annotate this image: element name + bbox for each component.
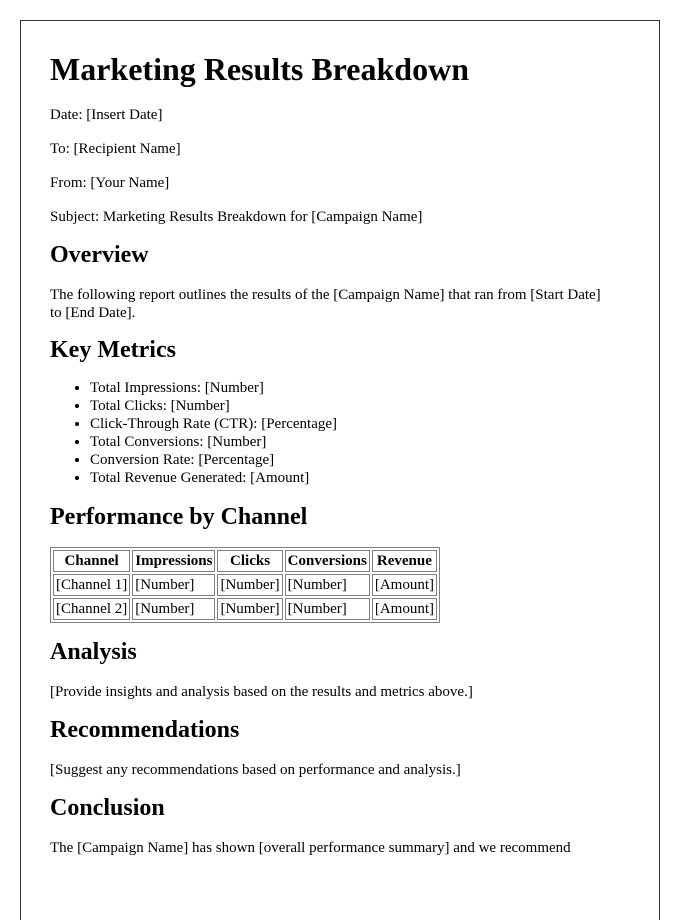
key-metrics-heading: Key Metrics (50, 337, 176, 363)
metric-item: Total Revenue Generated: [Amount] (90, 469, 610, 487)
analysis-text: [Provide insights and analysis based on … (50, 684, 473, 700)
metric-item: Total Conversions: [Number] (90, 433, 610, 451)
column-header: Conversions (284, 550, 370, 572)
page-title: Marketing Results Breakdown (50, 51, 469, 87)
recommendations-heading: Recommendations (50, 717, 240, 743)
letter-meta: Date: [Insert Date] To: [Recipient Name]… (50, 106, 610, 226)
metric-item: Conversion Rate: [Percentage] (90, 451, 610, 469)
document-content: Date: [Insert Date] To: [Recipient Name]… (50, 106, 610, 857)
table-cell: [Channel 2] (53, 598, 131, 620)
analysis-heading: Analysis (50, 639, 137, 665)
table-cell: [Number] (284, 574, 370, 596)
channel-performance-table: Channel Impressions Clicks Conversions R… (50, 547, 440, 623)
from-line: From: [Your Name] (50, 175, 170, 191)
column-header: Clicks (217, 550, 283, 572)
conclusion-heading: Conclusion (50, 795, 165, 821)
column-header: Revenue (371, 550, 437, 572)
column-header: Channel (53, 550, 131, 572)
recommendations-text: [Suggest any recommendations based on pe… (50, 762, 461, 778)
table-row: [Channel 1] [Number] [Number] [Number] [… (53, 574, 437, 596)
metric-item: Total Impressions: [Number] (90, 379, 610, 397)
table-cell: [Number] (132, 598, 216, 620)
table-row: [Channel 2] [Number] [Number] [Number] [… (53, 598, 437, 620)
column-header: Impressions (132, 550, 216, 572)
key-metrics-list: Total Impressions: [Number] Total Clicks… (50, 379, 610, 487)
overview-heading: Overview (50, 242, 149, 268)
performance-heading: Performance by Channel (50, 504, 308, 530)
table-cell: [Channel 1] (53, 574, 131, 596)
table-cell: [Amount] (371, 598, 437, 620)
metric-item: Click-Through Rate (CTR): [Percentage] (90, 415, 610, 433)
table-cell: [Number] (132, 574, 216, 596)
table-cell: [Number] (284, 598, 370, 620)
subject-line: Subject: Marketing Results Breakdown for… (50, 209, 423, 225)
document-page: Marketing Results Breakdown Date: [Inser… (20, 20, 660, 920)
date-line: Date: [Insert Date] (50, 107, 163, 123)
conclusion-text: The [Campaign Name] has shown [overall p… (50, 840, 571, 856)
metric-item: Total Clicks: [Number] (90, 397, 610, 415)
table-cell: [Number] (217, 574, 283, 596)
to-line: To: [Recipient Name] (50, 141, 181, 157)
table-cell: [Amount] (371, 574, 437, 596)
overview-text: The following report outlines the result… (50, 287, 601, 321)
table-cell: [Number] (217, 598, 283, 620)
table-header-row: Channel Impressions Clicks Conversions R… (53, 550, 437, 572)
